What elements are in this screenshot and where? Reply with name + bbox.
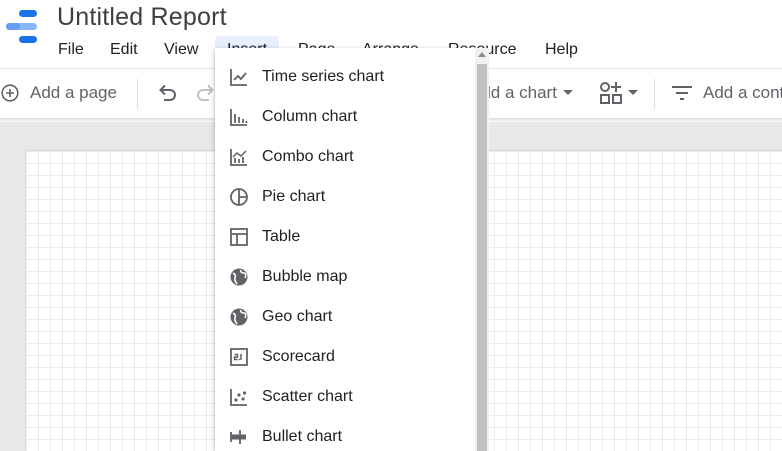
- undo-button[interactable]: [156, 69, 178, 117]
- insert-time-series-chart[interactable]: Time series chart: [215, 57, 475, 97]
- add-circle-icon: [1, 84, 19, 102]
- insert-pie-chart[interactable]: Pie chart: [215, 177, 475, 217]
- menu-item-label: Combo chart: [262, 148, 354, 165]
- insert-geo-chart[interactable]: Geo chart: [215, 297, 475, 337]
- toolbar-divider: [654, 79, 655, 109]
- add-control-label: Add a control: [703, 83, 782, 102]
- filter-list-icon: [671, 84, 693, 102]
- insert-combo-chart[interactable]: Combo chart: [215, 137, 475, 177]
- add-component-button[interactable]: [599, 69, 638, 117]
- insert-column-chart[interactable]: Column chart: [215, 97, 475, 137]
- insert-menu-dropdown: Time series chart Column chart Combo cha…: [215, 48, 475, 451]
- menu-item-label: Column chart: [262, 108, 358, 125]
- toolbar-divider: [137, 79, 138, 109]
- menu-item-label: Table: [262, 228, 301, 245]
- insert-bullet-chart[interactable]: Bullet chart: [215, 417, 475, 451]
- table-icon: [229, 227, 249, 247]
- menu-item-label: Pie chart: [262, 188, 326, 205]
- globe-icon: [229, 267, 249, 287]
- menu-view[interactable]: View: [152, 36, 210, 64]
- bullet-chart-icon: [229, 427, 249, 447]
- menu-item-label: Bubble map: [262, 268, 348, 285]
- menu-item-label: Scorecard: [262, 348, 335, 365]
- report-title[interactable]: Untitled Report: [57, 3, 227, 32]
- scorecard-icon: [229, 347, 249, 367]
- scatter-chart-icon: [229, 387, 249, 407]
- chevron-down-icon: [562, 90, 573, 96]
- menu-file[interactable]: File: [46, 36, 96, 64]
- menu-item-label: Scatter chart: [262, 388, 353, 405]
- add-page-button[interactable]: Add a page: [1, 69, 117, 117]
- combo-chart-icon: [229, 147, 249, 167]
- menu-help[interactable]: Help: [533, 36, 590, 64]
- insert-scorecard[interactable]: Scorecard: [215, 337, 475, 377]
- time-series-chart-icon: [229, 67, 249, 87]
- menu-item-label: Time series chart: [262, 68, 385, 85]
- dropdown-scrollbar[interactable]: [475, 48, 489, 451]
- globe-icon: [229, 307, 249, 327]
- chevron-down-icon: [628, 90, 638, 96]
- menu-item-label: Geo chart: [262, 308, 333, 325]
- insert-scatter-chart[interactable]: Scatter chart: [215, 377, 475, 417]
- undo-icon: [156, 82, 178, 104]
- components-icon: [599, 81, 623, 105]
- menu-item-label: Bullet chart: [262, 428, 343, 445]
- redo-icon: [195, 82, 217, 104]
- menu-edit[interactable]: Edit: [98, 36, 150, 64]
- looker-studio-logo[interactable]: [4, 8, 40, 44]
- pie-chart-icon: [229, 187, 249, 207]
- add-control-button[interactable]: Add a control: [671, 69, 782, 117]
- insert-bubble-map[interactable]: Bubble map: [215, 257, 475, 297]
- scroll-up-arrow-icon[interactable]: [478, 52, 486, 57]
- scrollbar-thumb[interactable]: [477, 64, 487, 451]
- insert-table[interactable]: Table: [215, 217, 475, 257]
- redo-button[interactable]: [195, 69, 217, 117]
- column-chart-icon: [229, 107, 249, 127]
- add-page-label: Add a page: [30, 83, 117, 102]
